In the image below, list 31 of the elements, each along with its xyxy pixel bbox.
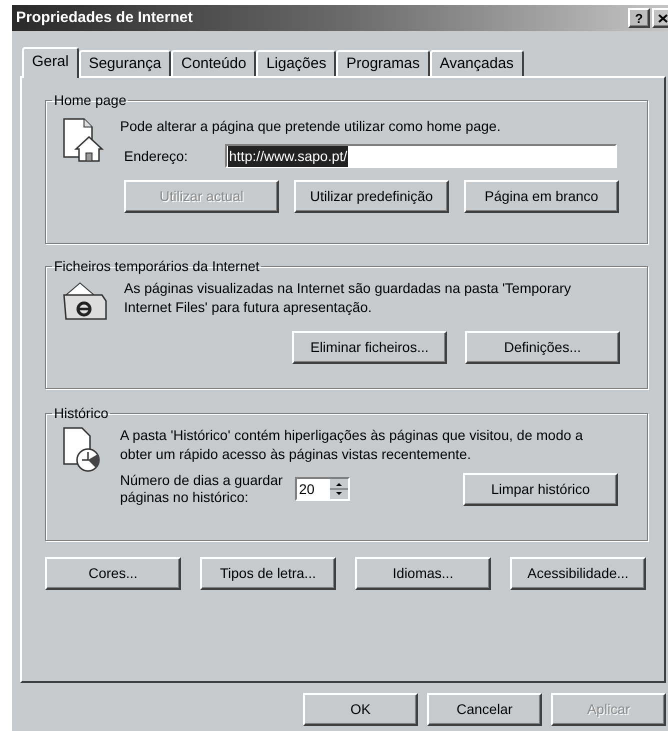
option-button[interactable]: Idiomas... [355,557,491,590]
files-button[interactable]: Eliminar ficheiros... [292,331,447,364]
days-spinner[interactable]: 20 [295,477,350,501]
tab[interactable]: Ligações [256,50,336,76]
home-page-button[interactable]: Página em branco [464,180,619,213]
dialog-button[interactable]: OK [303,693,418,726]
description-text: As páginas visualizadas na Internet são guardadas na pasta 'Temporary Internet Files' para futura apresentação. [124,279,572,317]
tab[interactable]: Avançadas [430,50,524,76]
clear-history-button[interactable]: Limpar histórico [463,472,618,506]
tab[interactable]: Conteúdo [171,50,256,76]
address-field[interactable]: http://www.sapo.pt/ [225,144,617,168]
address-label: Endereço: [124,146,189,166]
window-title: Propriedades de Internet [16,8,193,28]
group-title: Ficheiros temporários da Internet [53,257,260,276]
option-button[interactable]: Tipos de letra... [200,557,336,590]
option-button[interactable]: Acessibilidade... [510,557,646,590]
home-page-button[interactable]: Utilizar predefinição [294,180,449,213]
description-text: Pode alterar a página que pretende utilizar como home page. [120,117,502,135]
tab[interactable]: Segurança [78,50,172,76]
description-text: A pasta 'Histórico' contém hiperligações às páginas que visitou, de modo a obter um rápido acesso às páginas vistas recentemente. [120,426,584,464]
dialog-button[interactable]: Cancelar [427,693,542,726]
group-title: Home page [53,91,128,110]
days-label: Número de dias a guardar páginas no histórico: [120,472,284,506]
files-button[interactable]: Definições... [465,331,620,364]
tab[interactable]: Programas [336,50,430,76]
group-title: Histórico [53,404,110,423]
days-value: 20 [298,480,316,498]
option-button[interactable]: Cores... [45,557,181,590]
address-value: http://www.sapo.pt/ [228,146,348,166]
tab[interactable]: Geral [22,47,79,78]
help-button[interactable]: ? [628,8,650,28]
